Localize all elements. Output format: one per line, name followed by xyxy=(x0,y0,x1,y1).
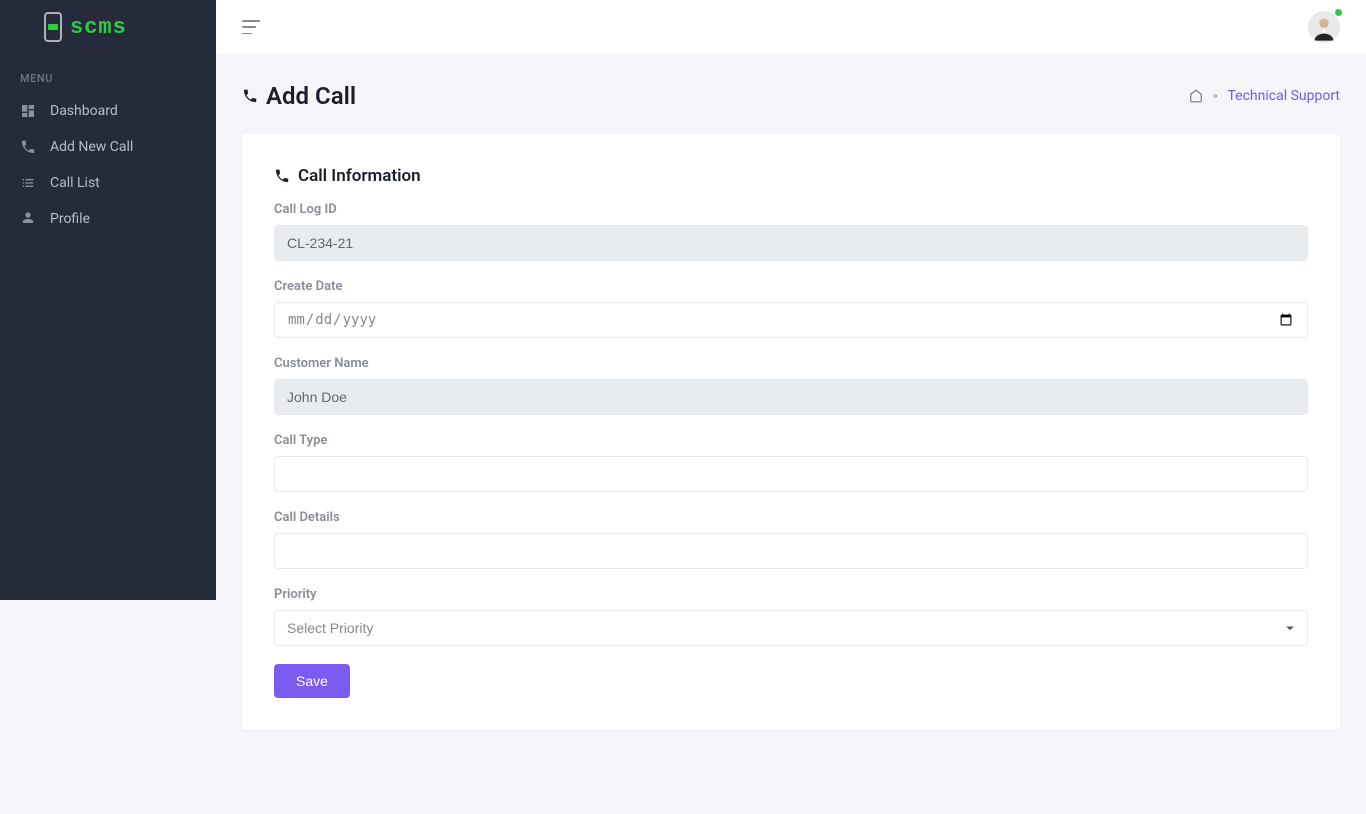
avatar xyxy=(1308,11,1340,43)
sidebar-item-add-call[interactable]: Add New Call xyxy=(0,129,216,165)
page-header: Add Call » Technical Support xyxy=(216,54,1366,114)
sidebar-item-dashboard[interactable]: Dashboard xyxy=(0,93,216,129)
sidebar-item-call-list[interactable]: Call List xyxy=(0,165,216,201)
page-title-text: Add Call xyxy=(266,82,356,110)
call-log-id-label: Call Log ID xyxy=(274,202,1308,217)
card-title-text: Call Information xyxy=(298,166,421,186)
priority-select[interactable]: Select Priority xyxy=(274,610,1308,646)
chevron-right-icon: » xyxy=(1213,91,1218,102)
priority-label: Priority xyxy=(274,587,1308,602)
topbar xyxy=(216,0,1366,54)
customer-name-label: Customer Name xyxy=(274,356,1308,371)
page-title: Add Call xyxy=(242,82,356,110)
user-menu[interactable] xyxy=(1308,11,1340,43)
sidebar-item-label: Dashboard xyxy=(50,103,118,119)
call-details-label: Call Details xyxy=(274,510,1308,525)
content-card: Call Information Call Log ID Create Date… xyxy=(242,134,1340,730)
status-online-icon xyxy=(1335,9,1342,16)
call-type-input[interactable] xyxy=(274,456,1308,492)
create-date-label: Create Date xyxy=(274,279,1308,294)
call-log-id-input xyxy=(274,225,1308,261)
brand-logo[interactable]: scms xyxy=(0,0,216,54)
menu-heading: MENU xyxy=(0,54,216,93)
sidebar: scms MENU Dashboard Add New Call Call Li… xyxy=(0,0,216,600)
home-icon[interactable] xyxy=(1189,89,1203,103)
call-info-card: Call Information Call Log ID Create Date… xyxy=(258,150,1324,714)
save-button[interactable]: Save xyxy=(274,664,350,698)
breadcrumb-link[interactable]: Technical Support xyxy=(1228,88,1341,104)
dashboard-icon xyxy=(20,103,36,119)
avatar-icon xyxy=(1310,15,1338,43)
card-title: Call Information xyxy=(274,166,1308,186)
phone-icon xyxy=(274,168,290,184)
menu-toggle-button[interactable] xyxy=(242,20,260,34)
phone-logo-icon xyxy=(44,12,62,42)
breadcrumb: » Technical Support xyxy=(1189,88,1340,104)
call-details-input[interactable] xyxy=(274,533,1308,569)
sidebar-item-label: Profile xyxy=(50,211,90,227)
user-icon xyxy=(20,211,36,227)
brand-name: scms xyxy=(70,15,127,40)
phone-icon xyxy=(242,88,258,104)
phone-icon xyxy=(20,139,36,155)
sidebar-item-label: Add New Call xyxy=(50,139,133,155)
customer-name-input xyxy=(274,379,1308,415)
call-type-label: Call Type xyxy=(274,433,1308,448)
sidebar-item-label: Call List xyxy=(50,175,100,191)
create-date-input[interactable] xyxy=(274,302,1308,338)
main-area: Add Call » Technical Support Call Inform… xyxy=(216,0,1366,814)
sidebar-item-profile[interactable]: Profile xyxy=(0,201,216,237)
list-icon xyxy=(20,175,36,191)
